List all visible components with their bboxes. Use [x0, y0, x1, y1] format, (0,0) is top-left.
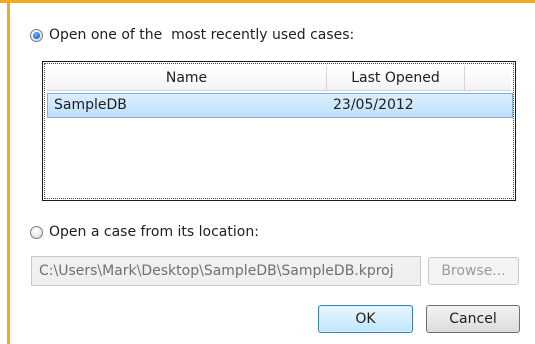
ok-button[interactable]: OK [318, 305, 413, 333]
column-header-last-opened[interactable]: Last Opened [327, 66, 465, 90]
dialog-left-border [7, 0, 10, 344]
row-last-opened-cell: 23/05/2012 [333, 97, 414, 113]
recent-cases-list[interactable]: Name Last Opened SampleDB 23/05/2012 [42, 61, 516, 201]
cancel-button[interactable]: Cancel [426, 305, 520, 333]
recent-cases-option[interactable]: Open one of the most recently used cases… [30, 25, 354, 45]
column-header-name[interactable]: Name [47, 66, 327, 90]
location-label: Open a case from its location: [49, 224, 259, 240]
row-name-cell: SampleDB [54, 97, 127, 113]
recent-cases-radio[interactable] [30, 28, 43, 42]
case-path-input[interactable]: C:\Users\Mark\Desktop\SampleDB\SampleDB.… [31, 256, 421, 286]
recent-cases-label: Open one of the most recently used cases… [49, 27, 355, 43]
open-case-dialog: Open one of the most recently used cases… [0, 0, 535, 344]
location-radio[interactable] [30, 225, 43, 239]
list-header: Name Last Opened [47, 66, 511, 91]
location-option[interactable]: Open a case from its location: [30, 222, 259, 242]
list-row-sampledb[interactable]: SampleDB 23/05/2012 [47, 93, 513, 118]
browse-button[interactable]: Browse... [428, 257, 519, 285]
dialog-top-border [0, 0, 535, 3]
